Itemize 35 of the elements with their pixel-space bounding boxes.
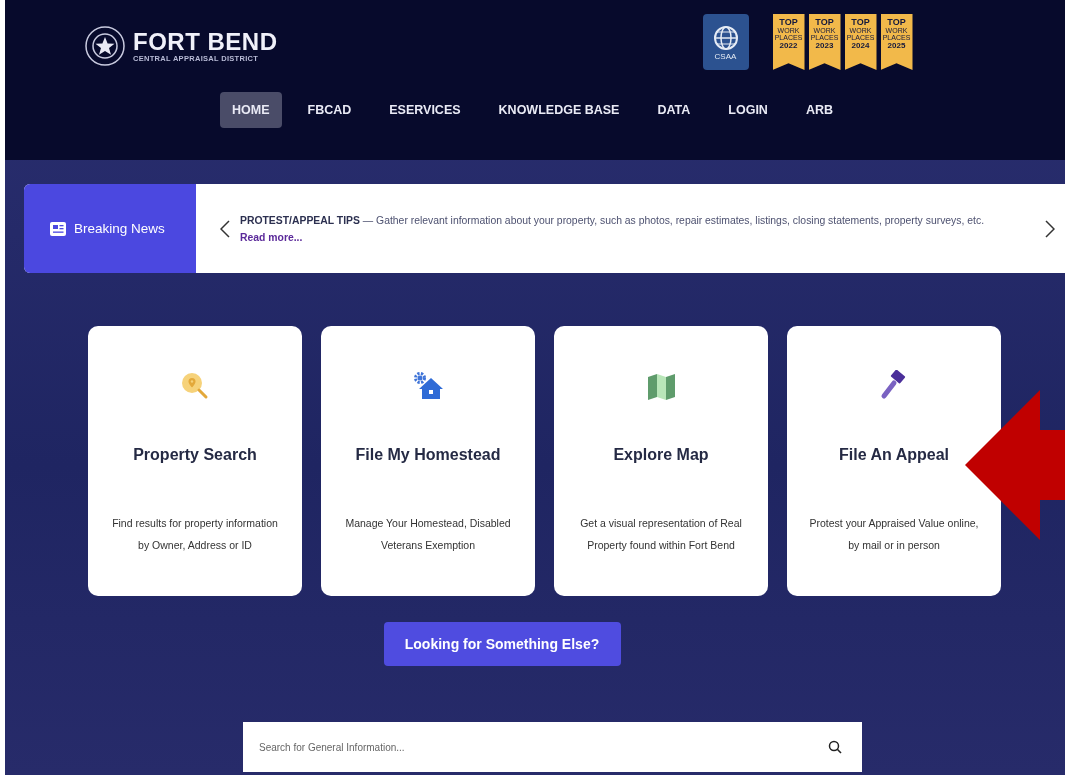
search-field[interactable]: Search for General Information... [243, 722, 862, 772]
chevron-right-icon [1045, 219, 1055, 238]
chevron-left-icon [220, 219, 230, 238]
service-card[interactable]: File My Homestead Manage Your Homestead, Disabled Veterans Exemption [321, 326, 535, 596]
card-description: Get a visual representation of Real Property found within Fort Bend [579, 516, 743, 553]
search-icon [828, 740, 842, 754]
seal-icon [85, 26, 125, 66]
next-arrow[interactable] [1043, 217, 1057, 240]
globe-icon [711, 23, 740, 52]
card-description: Manage Your Homestead, Disabled Veterans Exemption [344, 516, 512, 553]
read-more-link[interactable]: Read more... [240, 231, 303, 243]
nav-link[interactable]: ESERVICES [377, 92, 473, 128]
gear-house-icon [412, 370, 444, 402]
service-card[interactable]: Explore Map Get a visual representation of Real Property found within Fort Bend [554, 326, 768, 596]
nav-link[interactable]: ARB [793, 92, 845, 128]
card-description: Protest your Appraised Value online, by mail or in person [808, 516, 980, 553]
nav-link[interactable]: KNOWLEDGE BASE [486, 92, 632, 128]
service-card[interactable]: File An Appeal Protest your Appraised Value online, by mail or in person [787, 326, 1001, 596]
card-title: File My Homestead [355, 446, 501, 464]
nav-link[interactable]: LOGIN [716, 92, 780, 128]
nav-link[interactable]: HOME [220, 92, 282, 128]
nav-link[interactable]: DATA [645, 92, 703, 128]
card-title: Explore Map [613, 446, 709, 464]
certification-badge: CSAA [702, 14, 749, 70]
card-title: File An Appeal [839, 446, 949, 464]
looking-button[interactable]: Looking for Something Else? [383, 622, 621, 666]
news-text: PROTEST/APPEAL TIPS — Gather relevant information about your property, such as photos, repair estimates, listings, closing statements, property surveys, etc. [240, 214, 985, 226]
card-title: Property Search [133, 446, 257, 464]
service-card[interactable]: Property Search Find results for property information by Owner, Address or ID [88, 326, 302, 596]
previous-arrow[interactable] [218, 217, 232, 240]
nav-link[interactable]: FBCAD [295, 92, 364, 128]
newspaper-icon [50, 221, 66, 236]
card-description: Find results for property information by Owner, Address or ID [111, 516, 279, 553]
news-heading: Breaking News [74, 221, 165, 236]
site-title[interactable]: FORT BEND [133, 29, 278, 54]
